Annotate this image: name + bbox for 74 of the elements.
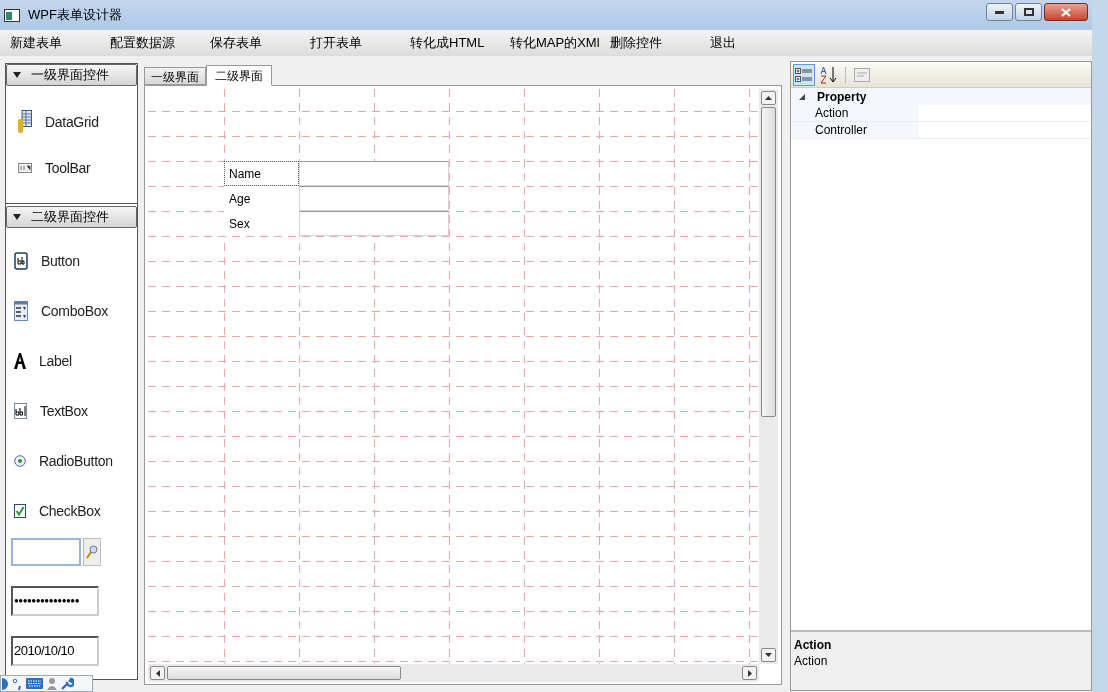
minimize-button[interactable]: [986, 3, 1013, 21]
expander-header[interactable]: 二级界面控件: [6, 206, 137, 228]
toolbox-item[interactable]: Button: [6, 236, 137, 286]
vertical-scrollbar[interactable]: [759, 89, 778, 664]
minimize-icon: [995, 10, 1004, 14]
description-title: Action: [794, 637, 833, 653]
tab[interactable]: 一级界面: [144, 67, 206, 85]
down-arrow-icon: [765, 653, 772, 657]
scroll-down-button[interactable]: [761, 648, 776, 662]
form-label[interactable]: Name: [224, 161, 299, 186]
menu-item[interactable]: 删除控件: [610, 33, 710, 53]
form-label[interactable]: Age: [224, 186, 299, 211]
up-arrow-icon: [765, 96, 772, 100]
moon-icon[interactable]: [2, 677, 8, 690]
window-title: WPF表单设计器: [28, 6, 122, 25]
description-text: Action: [794, 653, 829, 669]
form-label[interactable]: Sex: [224, 211, 299, 236]
property-pages-icon: [854, 67, 870, 82]
menu-item[interactable]: 转化成HTML: [410, 33, 510, 53]
close-button[interactable]: [1044, 3, 1088, 21]
punctuation-icon[interactable]: [12, 677, 22, 690]
toolbox-item[interactable]: CheckBox: [6, 486, 137, 536]
left-arrow-icon: [155, 669, 160, 677]
tab[interactable]: 二级界面: [206, 65, 272, 86]
keyboard-icon[interactable]: [26, 678, 43, 689]
scroll-thumb[interactable]: [167, 666, 401, 680]
toolbox-item[interactable]: ToolBar: [6, 145, 137, 191]
property-category[interactable]: Property: [791, 88, 1091, 105]
scroll-right-button[interactable]: [742, 666, 757, 680]
maximize-button[interactable]: [1015, 3, 1042, 21]
wrench-icon[interactable]: [61, 677, 74, 690]
text-input[interactable]: [299, 161, 449, 186]
horizontal-scrollbar[interactable]: [148, 664, 759, 682]
categorized-icon: [795, 66, 813, 83]
scroll-left-button[interactable]: [150, 666, 165, 680]
search-field[interactable]: [11, 538, 81, 566]
textbox-icon: [14, 403, 27, 419]
app-icon: [4, 8, 20, 22]
sort-az-icon: [820, 65, 838, 84]
menu-item[interactable]: 保存表单: [210, 33, 310, 53]
menu-item[interactable]: 退出: [710, 33, 810, 53]
search-icon: [86, 545, 98, 559]
scroll-up-button[interactable]: [761, 91, 776, 105]
toolbox-item[interactable]: Label: [6, 336, 137, 386]
text-input[interactable]: [299, 211, 449, 236]
combobox-icon: [14, 301, 28, 321]
button-icon: [14, 252, 28, 270]
toolbox-item[interactable]: RadioButton: [6, 436, 137, 486]
letter-a-icon: [14, 353, 26, 369]
maximize-icon: [1023, 8, 1034, 16]
collapse-arrow-icon: [13, 214, 21, 220]
expander-header[interactable]: 一级界面控件: [6, 64, 137, 86]
menu-item[interactable]: 配置数据源: [110, 33, 210, 53]
right-arrow-icon: [747, 669, 752, 677]
close-icon: [1061, 7, 1071, 17]
checkbox-icon: [14, 504, 26, 518]
toolbox-item[interactable]: ComboBox: [6, 286, 137, 336]
grid-table-icon: [18, 110, 32, 134]
user-icon[interactable]: [47, 677, 57, 690]
search-button[interactable]: [83, 538, 101, 566]
date-field[interactable]: 2010/10/10: [11, 636, 99, 666]
collapse-arrow-icon: [13, 72, 21, 78]
toolbox-item[interactable]: DataGrid: [6, 99, 137, 145]
radio-icon: [14, 454, 26, 468]
toolbar-icon: [18, 163, 32, 173]
text-input[interactable]: [299, 186, 449, 211]
toolbox-item[interactable]: TextBox: [6, 386, 137, 436]
scroll-thumb[interactable]: [761, 107, 776, 417]
toolbar-button[interactable]: [793, 63, 815, 86]
menu-item[interactable]: 打开表单: [310, 33, 410, 53]
password-field[interactable]: ●●●●●●●●●●●●●●●: [11, 586, 99, 616]
menu-item[interactable]: 转化MAP的XMl: [510, 33, 610, 53]
collapse-triangle-icon: [799, 93, 805, 100]
menu-item[interactable]: 新建表单: [10, 33, 110, 53]
